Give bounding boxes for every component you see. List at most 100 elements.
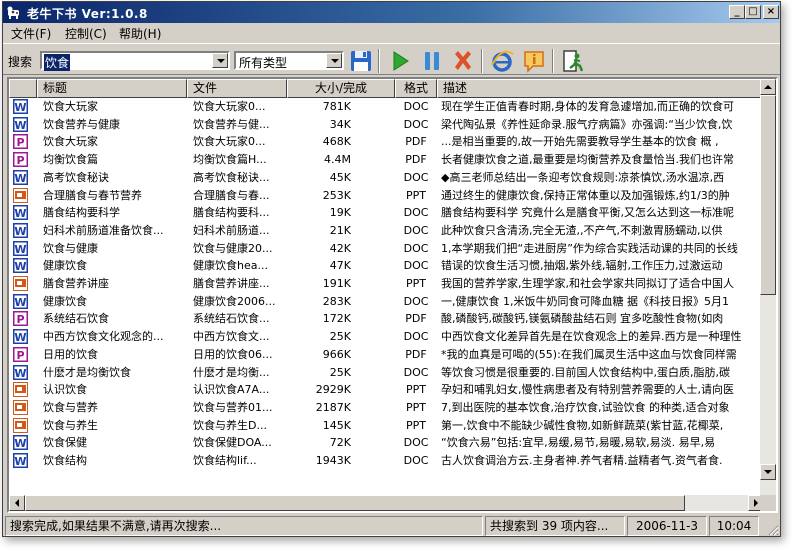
scroll-up-button[interactable] (760, 79, 776, 95)
exit-icon (563, 50, 584, 72)
table-row[interactable]: 认识饮食 认识饮食A7A... 2929K PPT 孕妇和哺乳妇女,慢性病患者及有特别营… (9, 381, 764, 399)
table-row[interactable]: W 饮食保健 饮食保健DOA... 72K DOC “饮食六易”包括:宜早,易缓,易节,易… (9, 434, 764, 452)
cell-size: 2187K (315, 400, 351, 414)
table-row[interactable]: 饮食与养生 饮食与养生D... 145K PPT 第一,饮食中不能缺少碱性食物,如新鲜蔬… (9, 417, 764, 435)
table-row[interactable]: P 均衡饮食篇 均衡饮食篇H... 4.4M PDF 长者健康饮食之道,最重要是均衡营养及… (9, 151, 764, 169)
svg-text:P: P (16, 349, 24, 362)
cell-file: 饮食与营养01... (193, 400, 273, 414)
maximize-button[interactable]: □ (745, 5, 761, 19)
table-row[interactable]: P 日用的饮食 日用的饮食06... 966K PDF *我的血真是可喝的(55):在我们… (9, 346, 764, 364)
cell-size: 25K (329, 365, 351, 379)
table-row[interactable]: 膳食营养讲座 膳食营养讲座... 191K PPT 我国的营养学家,生理学家,和社会学家… (9, 275, 764, 293)
minimize-button[interactable]: _ (729, 5, 745, 19)
table-row[interactable]: W 膳食结构要科学 膳食结构要科... 19K DOC 膳食结构要科学 究竟什么是膳食平衡… (9, 204, 764, 222)
list-body: W 饮食大玩家 饮食大玩家0... 781K DOC 现在学生正值青春时期,身体的发育急遽… (9, 98, 764, 496)
vertical-scrollbar[interactable] (760, 79, 776, 496)
pause-button[interactable] (419, 48, 445, 74)
info-button[interactable] (521, 48, 547, 74)
menu-help[interactable]: 帮助(H) (115, 25, 165, 42)
menu-control[interactable]: 控制(C) (61, 25, 111, 42)
save-icon (351, 51, 371, 71)
word-doc-icon: W (13, 116, 28, 132)
cell-title: 中西方饮食文化观念的... (43, 330, 164, 344)
type-select[interactable]: 所有类型 (234, 51, 344, 70)
column-header-file[interactable]: 文件 (187, 79, 287, 98)
cell-title: 什麽才是均衡饮食 (43, 365, 131, 379)
word-doc-icon: W (13, 258, 28, 274)
cell-size: 145K (322, 418, 351, 432)
cell-file: 中西方饮食文... (193, 330, 270, 344)
word-doc-icon: W (13, 453, 28, 468)
column-header-icon[interactable] (9, 79, 37, 98)
table-row[interactable]: 合理膳食与春节营养 合理膳食与春... 253K PPT 通过终生的健康饮食,保持正常体… (9, 187, 764, 205)
cell-format: PPT (406, 383, 426, 397)
menu-file[interactable]: 文件(F) (7, 25, 55, 42)
vertical-scroll-thumb[interactable] (760, 95, 776, 295)
cell-title: 饮食营养与健康 (43, 117, 120, 131)
table-row[interactable]: W 中西方饮食文化观念的... 中西方饮食文... 25K DOC 中西饮食文化差异首先是… (9, 328, 764, 346)
cell-description: ...是相当重要的,故一开始先需要教导学生基本的饮食 概 , (441, 135, 719, 149)
cell-file: 什麽才是均衡... (193, 365, 270, 379)
search-input-value: 饮食 (44, 54, 71, 71)
table-row[interactable]: W 高考饮食秘诀 高考饮食秘诀... 45K DOC ◆高三老师总结出一条迎考饮食规则:凉… (9, 169, 764, 187)
column-header-description[interactable]: 描述 (437, 79, 764, 98)
table-row[interactable]: W 饮食结构 饮食结构lif... 1943K DOC 古人饮食调治方云.主身者神.养气者… (9, 452, 764, 470)
cell-title: 膳食营养讲座 (43, 277, 109, 290)
type-dropdown-button[interactable] (326, 53, 342, 68)
table-row[interactable]: W 什麽才是均衡饮食 什麽才是均衡... 25K DOC 等饮食习惯是很重要的.目前国人饮… (9, 364, 764, 382)
cell-size: 283K (322, 294, 351, 308)
scroll-left-button[interactable] (9, 495, 25, 511)
scroll-down-button[interactable] (760, 464, 776, 480)
horizontal-scroll-thumb[interactable] (25, 495, 685, 511)
cell-description: 错误的饮食生活习惯,抽烟,紫外线,辐射,工作压力,过激运动 (441, 259, 723, 273)
column-header-format[interactable]: 格式 (395, 79, 437, 98)
table-row[interactable]: W 健康饮食 健康饮食hea... 47K DOC 错误的饮食生活习惯,抽烟,紫外线,辐射… (9, 257, 764, 275)
word-doc-icon: W (13, 435, 28, 451)
cell-file: 系统结石饮食... (193, 312, 270, 326)
pause-icon (425, 52, 439, 70)
cell-size: 468K (322, 135, 351, 149)
menu-bar: 文件(F) 控制(C) 帮助(H) (3, 23, 780, 42)
close-button[interactable]: × (763, 5, 779, 19)
cell-file: 饮食结构lif... (193, 454, 257, 467)
pdf-icon: P (13, 152, 28, 168)
horizontal-scrollbar[interactable] (9, 495, 764, 511)
svg-text:W: W (14, 437, 26, 450)
exit-button[interactable] (560, 48, 586, 74)
table-row[interactable]: W 健康饮食 健康饮食2006... 283K DOC 一,健康饮食 1,米饭牛奶同食可降… (9, 293, 764, 311)
cell-description: 此种饮食只含清汤,完全无渣,,不产气,不刺激胃肠蠕动,以供 (441, 223, 723, 237)
table-row[interactable]: P 系统结石饮食 系统结石饮食... 172K PDF 酸,磷酸钙,碳酸钙,镁氨磷酸盐结石… (9, 310, 764, 328)
cell-size: 966K (322, 347, 351, 361)
column-header-size[interactable]: 大小/完成 (287, 79, 395, 98)
table-row[interactable]: P 饮食大玩家 饮食大玩家0... 468K PDF ...是相当重要的,故一开始先需要教… (9, 133, 764, 151)
cell-file: 饮食大玩家0... (193, 100, 266, 113)
stop-button[interactable] (450, 48, 476, 74)
search-input[interactable]: 饮食 (40, 51, 230, 71)
cell-format: DOC (403, 365, 429, 379)
cell-description: *我的血真是可喝的(55):在我们属灵生活中这血与饮食同样需 (441, 347, 737, 361)
results-list[interactable]: 标题 文件 大小/完成 格式 描述 W 饮食大玩家 饮食大玩家0... 781K DOC… (7, 77, 778, 513)
table-row[interactable]: W 饮食营养与健康 饮食营养与健... 34K DOC 梁代陶弘景《养性延命录.服气疗病篇… (9, 116, 764, 134)
title-bar[interactable]: 老牛下书 Ver:1.0.8 _ □ × (3, 2, 780, 23)
search-dropdown-button[interactable] (212, 53, 228, 68)
column-header-title[interactable]: 标题 (37, 79, 187, 98)
table-row[interactable]: W 饮食大玩家 饮食大玩家0... 781K DOC 现在学生正值青春时期,身体的发育急遽… (9, 98, 764, 116)
cell-file: 健康饮食2006... (193, 294, 276, 308)
table-row[interactable]: W 饮食与健康 饮食与健康20... 42K DOC 1,本学期我们把“走进厨房”作为综合… (9, 240, 764, 258)
window-title: 老牛下书 Ver:1.0.8 (27, 7, 148, 21)
resize-grip-icon[interactable] (767, 524, 779, 536)
browser-button[interactable] (489, 48, 515, 74)
table-row[interactable]: W 妇科术前肠道准备饮食... 妇科术前肠道... 21K DOC 此种饮食只含清汤,完全… (9, 222, 764, 240)
start-button[interactable] (387, 48, 413, 74)
cell-title: 日用的饮食 (43, 347, 98, 361)
cell-size: 21K (329, 223, 351, 237)
toolbar-separator (481, 49, 483, 73)
word-doc-icon: W (13, 364, 28, 380)
table-row[interactable]: 饮食与营养 饮食与营养01... 2187K PPT 7,到出医院的基本饮食,治疗饮食,… (9, 399, 764, 417)
info-icon (524, 51, 544, 73)
svg-text:W: W (14, 296, 26, 309)
word-doc-icon: W (13, 222, 28, 238)
save-button[interactable] (348, 48, 374, 74)
list-header: 标题 文件 大小/完成 格式 描述 (9, 79, 764, 98)
svg-text:W: W (14, 119, 26, 132)
